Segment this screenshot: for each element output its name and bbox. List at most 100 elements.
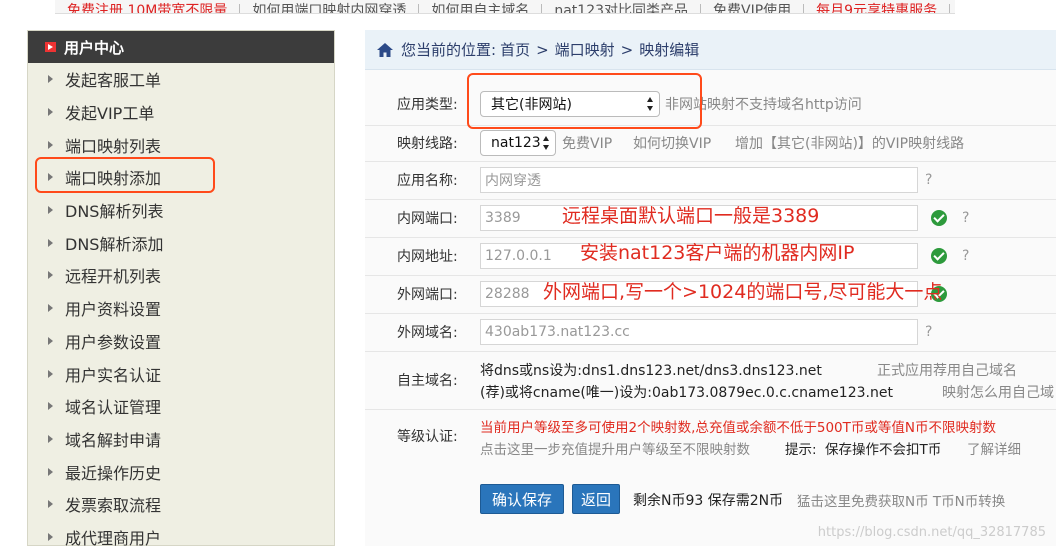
route-select[interactable]: nat123	[480, 130, 556, 156]
highlight-box	[35, 157, 215, 193]
annotation-wan-port: 外网端口,写一个>1024的端口号,尽可能大一点	[543, 281, 943, 303]
sidebar-item-wol-list[interactable]: 远程开机列表	[28, 259, 334, 292]
help-icon[interactable]: ?	[925, 172, 932, 188]
breadcrumb-current: 映射编辑	[639, 41, 700, 59]
sidebar-item-history[interactable]: 最近操作历史	[28, 455, 334, 488]
sidebar-item-domain-auth[interactable]: 域名认证管理	[28, 390, 334, 423]
sidebar-item-label: 发票索取流程	[65, 496, 162, 516]
sidebar-item-invoice[interactable]: 发票索取流程	[28, 488, 334, 521]
own-domain-line2: (荐)或将cname(唯一)设为:0ab173.0879ec.0.c.cname…	[480, 385, 893, 401]
top-nav-item[interactable]: 如何用端口映射内网穿透	[240, 4, 420, 13]
breadcrumb-separator: >	[620, 40, 634, 59]
watermark: https://blog.csdn.net/qq_32817785	[817, 525, 1046, 540]
sidebar-item-vip-ticket[interactable]: 发起VIP工单	[28, 96, 334, 129]
sidebar-item-dns-list[interactable]: DNS解析列表	[28, 194, 334, 227]
sidebar-item-label: 域名认证管理	[65, 398, 162, 418]
own-domain-line1: 将dns或ns设为:dns1.dns123.net/dns3.dns123.ne…	[480, 363, 822, 379]
sidebar-item-realname[interactable]: 用户实名认证	[28, 357, 334, 390]
help-icon[interactable]: ?	[962, 210, 969, 226]
sidebar-item-label: 用户实名认证	[65, 365, 162, 385]
arrow-right-icon	[48, 238, 53, 247]
sidebar-item-params[interactable]: 用户参数设置	[28, 325, 334, 358]
select-arrows-icon	[543, 136, 550, 150]
save-button[interactable]: 确认保存	[480, 484, 564, 514]
app-type-label: 应用类型:	[397, 97, 458, 113]
sidebar-item-label: 成代理商用户	[65, 528, 162, 546]
arrow-right-icon	[48, 304, 53, 313]
sidebar-item-label: 发起客服工单	[65, 71, 162, 91]
own-domain-hint1: 正式应用荐用自己域名	[877, 363, 1017, 379]
sidebar-item-label: 端口映射列表	[65, 136, 162, 156]
sidebar-item-agent[interactable]: 成代理商用户	[28, 521, 334, 546]
arrow-right-icon	[48, 140, 53, 149]
sidebar-item-domain-unblock[interactable]: 域名解封申请	[28, 423, 334, 456]
wan-port-label: 外网端口:	[397, 287, 458, 303]
level-row: 等级认证: 当前用户等级至多可使用2个映射数,总充值或余额不低于500T币或等值…	[365, 410, 1056, 462]
balance-text: 剩余N币93 保存需2N币	[633, 493, 784, 509]
top-nav-item[interactable]: nat123对比同类产品	[542, 4, 702, 13]
level-warning: 当前用户等级至多可使用2个映射数,总充值或余额不低于500T币或等值N币不限映射…	[480, 420, 996, 436]
sidebar-item-label: DNS解析列表	[65, 202, 164, 222]
sidebar-menu: 发起客服工单 发起VIP工单 端口映射列表 端口映射添加 DNS解析列表 DNS…	[28, 63, 334, 546]
sidebar-item-profile[interactable]: 用户资料设置	[28, 292, 334, 325]
breadcrumb-port-mapping[interactable]: 端口映射	[555, 39, 615, 60]
sidebar-title: 用户中心	[64, 38, 125, 57]
sidebar-item-label: 用户资料设置	[65, 300, 162, 320]
app-name-input[interactable]: 内网穿透	[480, 167, 918, 193]
top-nav: 免费注册,10M带宽不限量 如何用端口映射内网穿透 如何用自主域名 nat123对比同…	[55, 0, 955, 14]
help-icon[interactable]: ?	[925, 324, 932, 340]
check-icon	[931, 248, 947, 264]
highlight-box	[467, 73, 702, 129]
arrow-right-icon	[48, 402, 53, 411]
sidebar: 用户中心 发起客服工单 发起VIP工单 端口映射列表 端口映射添加 DNS解析列…	[27, 30, 335, 546]
route-value: nat123	[491, 135, 541, 151]
own-domain-hint2[interactable]: 映射怎么用自己域	[942, 382, 1054, 402]
breadcrumb: 您当前的位置: 首页 > 端口映射 > 映射编辑	[365, 30, 1056, 70]
add-vip-route-link[interactable]: 增加【其它(非网站)】的VIP映射线路	[735, 133, 964, 153]
arrow-right-icon	[48, 500, 53, 509]
learn-more-link[interactable]: 了解详细	[967, 438, 1021, 458]
app-name-label: 应用名称:	[397, 173, 458, 189]
arrow-right-icon	[48, 75, 53, 84]
route-row: 映射线路: nat123 免费VIP 如何切换VIP 增加【其它(非网站)】的V…	[365, 126, 1056, 160]
sidebar-item-dns-add[interactable]: DNS解析添加	[28, 226, 334, 259]
sidebar-item-label: 远程开机列表	[65, 267, 162, 287]
sidebar-header: 用户中心	[28, 31, 334, 63]
top-nav-item[interactable]: 免费注册,10M带宽不限量	[55, 4, 241, 13]
arrow-right-icon	[48, 108, 53, 117]
switch-vip-link[interactable]: 如何切换VIP	[633, 133, 711, 153]
top-nav-item[interactable]: 每月9元享特惠服务	[804, 4, 951, 13]
annotation-lan-port: 远程桌面默认端口一般是3389	[562, 205, 820, 227]
sidebar-item-ticket[interactable]: 发起客服工单	[28, 63, 334, 96]
sidebar-item-label: 发起VIP工单	[65, 104, 155, 124]
route-label: 映射线路:	[397, 136, 458, 152]
wan-domain-input[interactable]: 430ab173.nat123.cc	[480, 319, 918, 345]
own-domain-label: 自主域名:	[397, 373, 458, 389]
arrow-right-icon	[48, 434, 53, 443]
arrow-right-icon	[48, 206, 53, 215]
lan-addr-label: 内网地址:	[397, 249, 458, 265]
recharge-link[interactable]: 点击这里一步充值提升用户等级至不限映射数	[480, 438, 750, 458]
free-coins-link[interactable]: 猛击这里免费获取N币 T币N币转换	[797, 490, 1005, 510]
back-button[interactable]: 返回	[572, 484, 620, 514]
arrow-right-icon	[48, 271, 53, 280]
arrow-right-icon	[48, 467, 53, 476]
top-nav-item[interactable]: 如何用自主域名	[419, 4, 543, 13]
arrow-right-icon	[48, 532, 53, 541]
arrow-right-icon	[48, 369, 53, 378]
own-domain-row: 自主域名: 将dns或ns设为:dns1.dns123.net/dns3.dns…	[365, 352, 1056, 408]
route-hint: 免费VIP	[562, 136, 613, 152]
top-nav-item[interactable]: 免费VIP使用	[701, 4, 805, 13]
breadcrumb-home[interactable]: 首页	[500, 39, 530, 60]
page: 免费注册,10M带宽不限量 如何用端口映射内网穿透 如何用自主域名 nat123对比同…	[0, 0, 1056, 546]
help-icon[interactable]: ?	[962, 248, 969, 264]
breadcrumb-prefix: 您当前的位置:	[401, 41, 497, 59]
lan-port-label: 内网端口:	[397, 211, 458, 227]
sidebar-item-label: 最近操作历史	[65, 463, 162, 483]
play-icon	[45, 42, 56, 52]
check-icon	[931, 210, 947, 226]
sidebar-item-label: DNS解析添加	[65, 234, 164, 254]
home-icon	[377, 42, 393, 57]
wan-domain-label: 外网域名:	[397, 325, 458, 341]
app-name-row: 应用名称: 内网穿透 ?	[365, 162, 1056, 198]
